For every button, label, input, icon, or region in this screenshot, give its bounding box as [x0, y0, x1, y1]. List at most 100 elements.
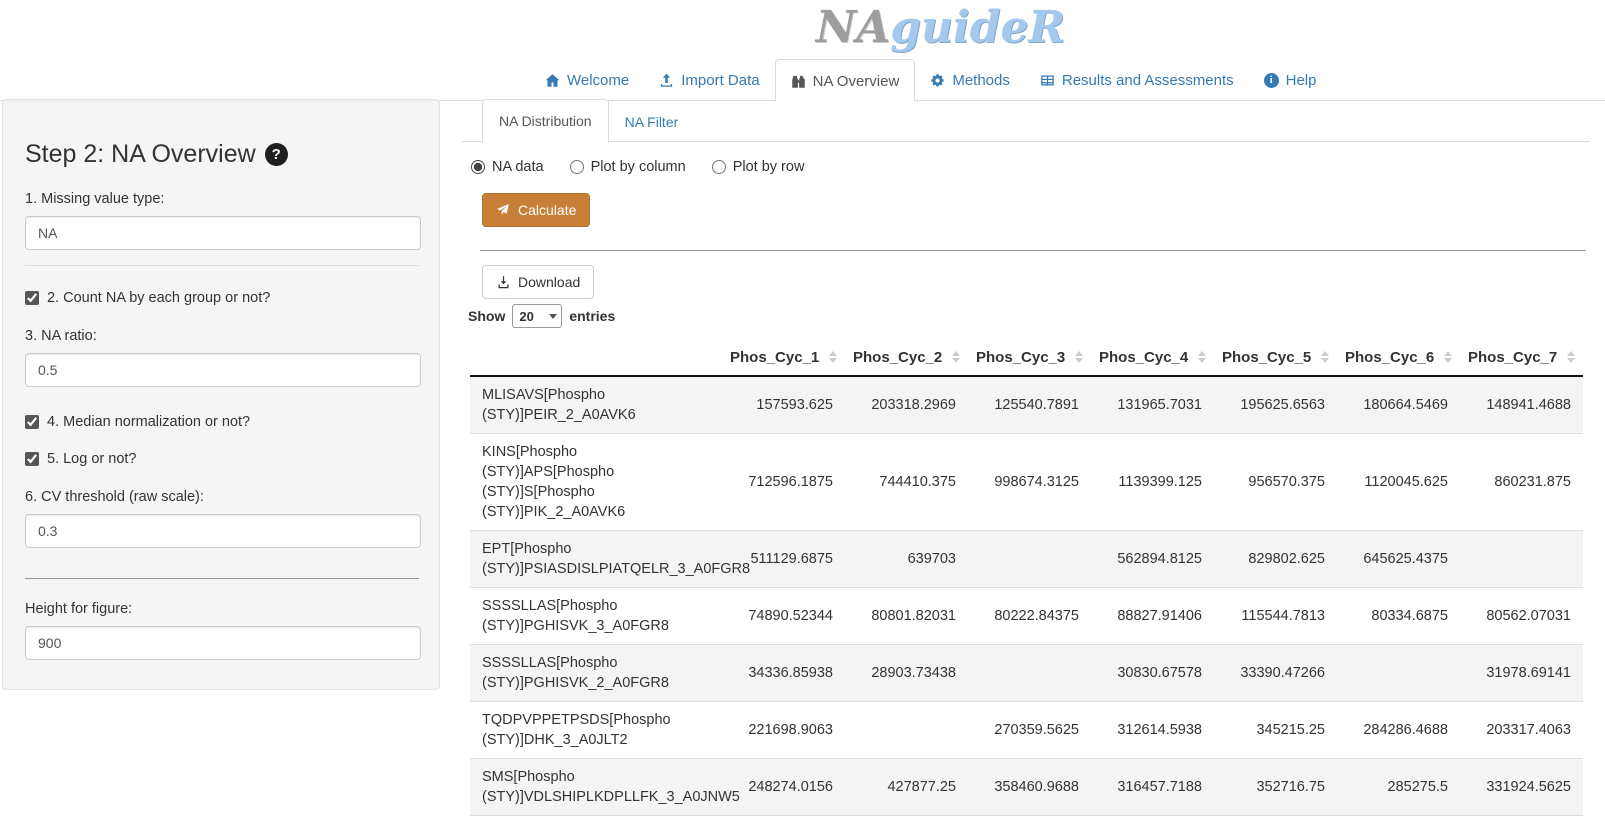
value-cell: 31978.69141 — [1460, 645, 1583, 702]
navbar-tab-help[interactable]: iHelp — [1249, 59, 1332, 101]
value-cell: 562894.8125 — [1091, 531, 1214, 588]
value-cell: 427877.25 — [845, 759, 968, 816]
subtab-bar: NA Distribution NA Filter — [462, 100, 1590, 142]
value-cell: 316457.7188 — [1091, 759, 1214, 816]
value-cell: 115544.7813 — [1214, 588, 1337, 645]
sidebar-panel: Step 2: NA Overview ? 1. Missing value t… — [2, 99, 440, 690]
table-row: EPT[Phospho (STY)]PSIASDISLPIATQELR_3_A0… — [470, 531, 1583, 588]
figure-height-input[interactable] — [25, 626, 421, 660]
count-group-label: 2. Count NA by each group or not? — [47, 290, 270, 306]
table-row: KINS[Phospho (STY)]APS[Phospho (STY)]S[P… — [470, 434, 1583, 531]
sidebar-title-text: Step 2: NA Overview — [25, 140, 256, 169]
table-row: MLISAVS[Phospho (STY)]PEIR_2_A0AVK615759… — [470, 376, 1583, 434]
missing-type-input[interactable] — [25, 216, 421, 250]
value-cell: 33390.47266 — [1214, 645, 1337, 702]
value-cell: 331924.5625 — [1460, 759, 1583, 816]
value-cell: 1139399.125 — [1091, 434, 1214, 531]
sort-icon — [1198, 351, 1206, 363]
value-cell — [1337, 645, 1460, 702]
value-cell: 284286.4688 — [1337, 702, 1460, 759]
median-norm-checkbox[interactable] — [25, 415, 39, 429]
table-header-row: Phos_Cyc_1Phos_Cyc_2Phos_Cyc_3Phos_Cyc_4… — [470, 340, 1583, 376]
download-button[interactable]: Download — [482, 265, 594, 299]
navbar-tab-results-and-assessments[interactable]: Results and Assessments — [1025, 59, 1249, 101]
navbar-tab-import-data[interactable]: Import Data — [644, 59, 774, 101]
count-group-checkbox[interactable] — [25, 291, 39, 305]
value-cell — [1460, 531, 1583, 588]
logo-guider: guideR — [890, 2, 1065, 53]
home-icon — [545, 73, 560, 88]
row-name-cell: SSSSLLAS[Phospho (STY)]PGHISVK_3_A0FGR8 — [470, 588, 722, 645]
binoculars-icon — [791, 74, 806, 89]
log-checkbox[interactable] — [25, 452, 39, 466]
calculate-button[interactable]: Calculate — [482, 193, 590, 227]
column-header[interactable]: Phos_Cyc_1 — [722, 340, 845, 376]
value-cell: 712596.1875 — [722, 434, 845, 531]
value-cell: 639703 — [845, 531, 968, 588]
count-group-row[interactable]: 2. Count NA by each group or not? — [25, 290, 419, 306]
navbar-tab-welcome[interactable]: Welcome — [530, 59, 644, 101]
app-logo: NAguideR — [816, 2, 1065, 53]
value-cell: 358460.9688 — [968, 759, 1091, 816]
tab-na-filter[interactable]: NA Filter — [609, 100, 695, 143]
column-header[interactable]: Phos_Cyc_4 — [1091, 340, 1214, 376]
value-cell: 203318.2969 — [845, 376, 968, 434]
row-name-cell: MLISAVS[Phospho (STY)]PEIR_2_A0AVK6 — [470, 376, 722, 434]
sort-icon — [1567, 351, 1575, 363]
radio-plot-by-column[interactable]: Plot by column — [570, 159, 686, 175]
page-length-select[interactable]: 20 — [512, 304, 562, 328]
value-cell: 28903.73438 — [845, 645, 968, 702]
row-name-cell: TQDPVPPETPSDS[Phospho (STY)]DHK_3_A0JLT2 — [470, 702, 722, 759]
radio-plot-by-row[interactable]: Plot by row — [712, 159, 805, 175]
navbar-tab-methods[interactable]: Methods — [915, 59, 1025, 101]
value-cell: 80801.82031 — [845, 588, 968, 645]
row-name-cell: SSSSLLAS[Phospho (STY)]PGHISVK_2_A0FGR8 — [470, 645, 722, 702]
row-name-column-header[interactable] — [470, 340, 722, 376]
main-navbar: Welcome Import Data NA Overview Methods … — [0, 59, 1605, 101]
value-cell: 345215.25 — [1214, 702, 1337, 759]
figure-height-label: Height for figure: — [25, 601, 419, 617]
column-header[interactable]: Phos_Cyc_6 — [1337, 340, 1460, 376]
value-cell: 203317.4063 — [1460, 702, 1583, 759]
question-circle-icon[interactable]: ? — [265, 143, 288, 166]
radio-na-data[interactable]: NA data — [471, 159, 544, 175]
value-cell: 744410.375 — [845, 434, 968, 531]
value-cell: 148941.4688 — [1460, 376, 1583, 434]
value-cell: 80334.6875 — [1337, 588, 1460, 645]
column-header[interactable]: Phos_Cyc_7 — [1460, 340, 1583, 376]
na-ratio-input[interactable] — [25, 353, 421, 387]
row-name-cell: EPT[Phospho (STY)]PSIASDISLPIATQELR_3_A0… — [470, 531, 722, 588]
main-content: NA Distribution NA Filter NA data Plot b… — [462, 100, 1590, 816]
value-cell: 80222.84375 — [968, 588, 1091, 645]
column-header[interactable]: Phos_Cyc_3 — [968, 340, 1091, 376]
value-cell: 125540.7891 — [968, 376, 1091, 434]
table-row: SSSSLLAS[Phospho (STY)]PGHISVK_2_A0FGR8 3… — [470, 645, 1583, 702]
median-norm-row[interactable]: 4. Median normalization or not? — [25, 414, 419, 430]
gears-icon — [930, 73, 945, 88]
cv-threshold-input[interactable] — [25, 514, 421, 548]
table-row: SMS[Phospho (STY)]VDLSHIPLKDPLLFK_3_A0JN… — [470, 759, 1583, 816]
value-cell: 312614.5938 — [1091, 702, 1214, 759]
navbar-tab-na-overview[interactable]: NA Overview — [775, 59, 916, 101]
download-label: Download — [518, 274, 580, 290]
column-header[interactable]: Phos_Cyc_2 — [845, 340, 968, 376]
value-cell: 1120045.625 — [1337, 434, 1460, 531]
divider — [25, 265, 419, 266]
row-name-cell: KINS[Phospho (STY)]APS[Phospho (STY)]S[P… — [470, 434, 722, 531]
download-icon — [496, 275, 511, 290]
log-row[interactable]: 5. Log or not? — [25, 451, 419, 467]
value-cell — [968, 645, 1091, 702]
value-cell: 956570.375 — [1214, 434, 1337, 531]
table-length-control: Show 20 entries — [468, 304, 1590, 328]
value-cell: 30830.67578 — [1091, 645, 1214, 702]
table-row: SSSSLLAS[Phospho (STY)]PGHISVK_3_A0FGR87… — [470, 588, 1583, 645]
value-cell: 511129.6875 — [722, 531, 845, 588]
column-header[interactable]: Phos_Cyc_5 — [1214, 340, 1337, 376]
row-name-cell: SMS[Phospho (STY)]VDLSHIPLKDPLLFK_3_A0JN… — [470, 759, 722, 816]
value-cell: 352716.75 — [1214, 759, 1337, 816]
tab-na-distribution[interactable]: NA Distribution — [482, 99, 609, 143]
log-label: 5. Log or not? — [47, 451, 137, 467]
value-cell: 860231.875 — [1460, 434, 1583, 531]
value-cell: 221698.9063 — [722, 702, 845, 759]
show-label: Show — [468, 308, 505, 324]
